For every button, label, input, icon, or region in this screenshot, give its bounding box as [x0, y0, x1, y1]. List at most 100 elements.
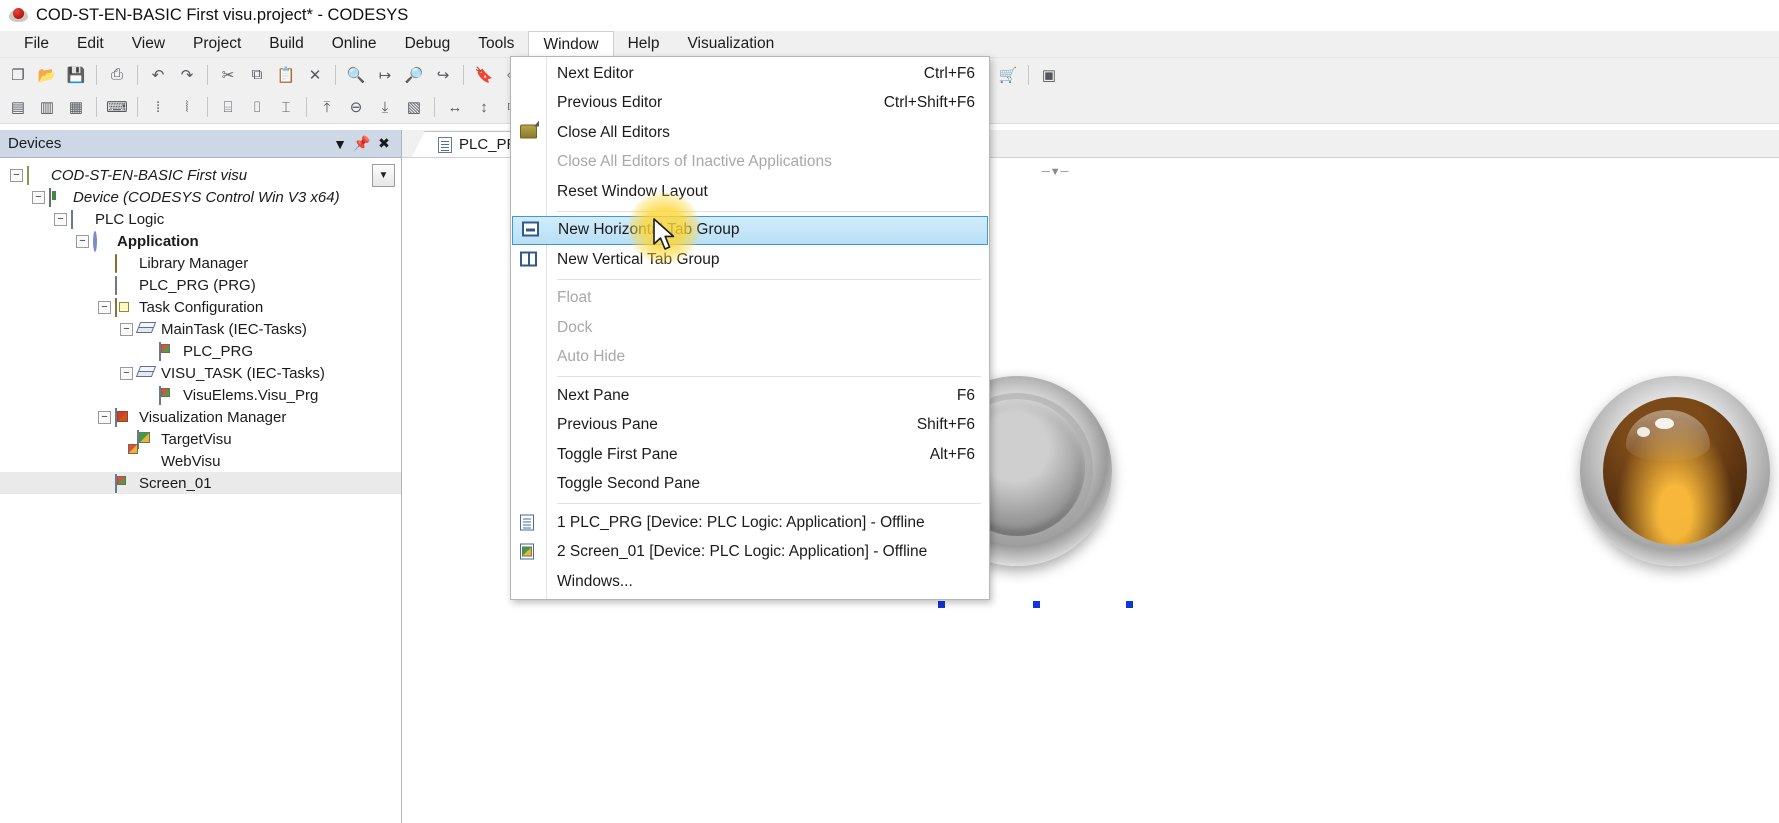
- print-icon[interactable]: ⎙: [103, 61, 131, 88]
- tree-node-library-manager[interactable]: Library Manager: [0, 252, 401, 274]
- menubar-item-window[interactable]: Window: [528, 31, 613, 58]
- menu-item-next-editor[interactable]: Next EditorCtrl+F6: [511, 59, 989, 89]
- watch-icon[interactable]: ▣: [1035, 61, 1063, 88]
- menu-item-next-pane[interactable]: Next PaneF6: [511, 381, 989, 411]
- menubar-item-project[interactable]: Project: [179, 31, 255, 57]
- find-in-files-icon[interactable]: 🔎: [400, 61, 428, 88]
- tree-expander-minus-icon[interactable]: −: [120, 323, 133, 336]
- menu-item-windows[interactable]: Windows...: [511, 567, 989, 597]
- ungroup-icon[interactable]: ⦚: [173, 94, 201, 121]
- delete-icon[interactable]: ✕: [301, 61, 329, 88]
- visualization-zoom-icon[interactable]: ▤: [4, 94, 32, 121]
- tree-node-plc-prg[interactable]: PLC_PRG: [0, 340, 401, 362]
- tree-node-webvisu[interactable]: WebVisu: [0, 450, 401, 472]
- visualization-document-icon: [520, 544, 539, 561]
- cut-icon[interactable]: ✂: [214, 61, 242, 88]
- replace-in-files-icon[interactable]: ↪: [429, 61, 457, 88]
- selection-handle[interactable]: [1125, 600, 1134, 609]
- menubar-item-debug[interactable]: Debug: [391, 31, 465, 57]
- visualization-icon: [115, 475, 133, 492]
- tree-node-application[interactable]: −Application: [0, 230, 401, 252]
- lamp-indicator-element[interactable]: [1580, 376, 1770, 566]
- replace-icon[interactable]: ↦: [371, 61, 399, 88]
- tree-node-visuelems-visu-prg[interactable]: VisuElems.Visu_Prg: [0, 384, 401, 406]
- menu-item-label: Next Editor: [557, 65, 924, 83]
- menubar-item-edit[interactable]: Edit: [63, 31, 118, 57]
- window-menu-dropdown[interactable]: Next EditorCtrl+F6Previous EditorCtrl+Sh…: [510, 56, 990, 600]
- menu-item-toggle-first-pane[interactable]: Toggle First PaneAlt+F6: [511, 440, 989, 470]
- flow-control-icon[interactable]: 🛒: [994, 61, 1022, 88]
- tree-node-visualization-manager[interactable]: −Visualization Manager: [0, 406, 401, 428]
- selection-handle[interactable]: [1032, 600, 1041, 609]
- menu-item-new-horizontal-tab-group[interactable]: New Horizontal Tab Group: [512, 216, 988, 246]
- menubar-item-view[interactable]: View: [118, 31, 179, 57]
- application-icon: [93, 233, 111, 250]
- tree-expander-minus-icon[interactable]: −: [32, 191, 45, 204]
- save-icon[interactable]: 💾: [62, 61, 90, 88]
- tree-dropdown-button[interactable]: ▼: [372, 164, 395, 187]
- group-icon[interactable]: ⦙: [144, 94, 172, 121]
- tree-node-maintask-iec-tasks[interactable]: − MainTask (IEC-Tasks): [0, 318, 401, 340]
- tree-expander-minus-icon[interactable]: −: [98, 411, 111, 424]
- undo-icon[interactable]: ↶: [144, 61, 172, 88]
- tree-node-plc-logic[interactable]: −PLC Logic: [0, 208, 401, 230]
- menu-item-reset-window-layout[interactable]: Reset Window Layout: [511, 177, 989, 207]
- menu-item-new-vertical-tab-group[interactable]: New Vertical Tab Group: [511, 245, 989, 275]
- menu-item-previous-editor[interactable]: Previous EditorCtrl+Shift+F6: [511, 89, 989, 119]
- menubar-item-online[interactable]: Online: [318, 31, 391, 57]
- copy-icon[interactable]: ⧉: [243, 61, 271, 88]
- menu-item-label: Previous Pane: [557, 416, 917, 434]
- distribute-icon[interactable]: ▧: [400, 94, 428, 121]
- tree-expander-minus-icon[interactable]: −: [98, 301, 111, 314]
- align-bottom-icon[interactable]: ⤓: [371, 94, 399, 121]
- bookmark-icon[interactable]: 🔖: [470, 61, 498, 88]
- menubar-item-tools[interactable]: Tools: [464, 31, 528, 57]
- tree-expander-minus-icon[interactable]: −: [76, 235, 89, 248]
- find-icon[interactable]: 🔍: [342, 61, 370, 88]
- keyboard-icon[interactable]: ⌨: [103, 94, 131, 121]
- menu-item-label: 1 PLC_PRG [Device: PLC Logic: Applicatio…: [557, 514, 975, 532]
- menu-item-close-all-editors[interactable]: Close All Editors: [511, 118, 989, 148]
- vertical-tab-group-icon: [520, 251, 539, 268]
- tree-node-label: VisuElems.Visu_Prg: [183, 388, 318, 403]
- menubar-item-build[interactable]: Build: [255, 31, 317, 57]
- menubar-item-visualization[interactable]: Visualization: [673, 31, 788, 57]
- tree-node-visu-task-iec-tasks[interactable]: −VISU_TASK (IEC-Tasks): [0, 362, 401, 384]
- close-icon[interactable]: ✖: [373, 133, 395, 155]
- tree-node-targetvisu[interactable]: TargetVisu: [0, 428, 401, 450]
- align-left-icon[interactable]: ⌸: [214, 94, 242, 121]
- tree-node-cod-st-en-basic-first-visu[interactable]: −COD-ST-EN-BASIC First visu: [0, 164, 401, 186]
- redo-icon[interactable]: ↷: [173, 61, 201, 88]
- same-width-icon[interactable]: ↔: [441, 94, 469, 121]
- align-center-h-icon[interactable]: ⌷: [243, 94, 271, 121]
- tree-node-plc-prg-prg[interactable]: PLC_PRG (PRG): [0, 274, 401, 296]
- menubar-item-help[interactable]: Help: [614, 31, 674, 57]
- menubar-item-file[interactable]: File: [10, 31, 63, 57]
- align-right-icon[interactable]: ⌶: [272, 94, 300, 121]
- device-tree[interactable]: ▼ −COD-ST-EN-BASIC First visu−Device (CO…: [0, 158, 401, 823]
- tree-node-label: TargetVisu: [161, 432, 232, 447]
- menu-item-toggle-second-pane[interactable]: Toggle Second Pane: [511, 470, 989, 500]
- menu-item-2-screen-01-device-plc-logic-application-offli[interactable]: 2 Screen_01 [Device: PLC Logic: Applicat…: [511, 538, 989, 568]
- menu-item-1-plc-prg-device-plc-logic-application-offline[interactable]: 1 PLC_PRG [Device: PLC Logic: Applicatio…: [511, 508, 989, 538]
- tree-node-task-configuration[interactable]: −Task Configuration: [0, 296, 401, 318]
- selection-handle[interactable]: [937, 600, 946, 609]
- align-middle-icon[interactable]: ⊖: [342, 94, 370, 121]
- new-file-icon[interactable]: ❐: [4, 61, 32, 88]
- tree-node-device-codesys-control-win-v3-x64[interactable]: −Device (CODESYS Control Win V3 x64): [0, 186, 401, 208]
- tree-expander-minus-icon[interactable]: −: [120, 367, 133, 380]
- menu-item-previous-pane[interactable]: Previous PaneShift+F6: [511, 411, 989, 441]
- tree-node-label: MainTask (IEC-Tasks): [161, 322, 307, 337]
- same-height-icon[interactable]: ↕: [470, 94, 498, 121]
- pin-icon[interactable]: 📌: [351, 133, 373, 155]
- visualization-grid-icon[interactable]: ▦: [62, 94, 90, 121]
- paste-icon[interactable]: 📋: [272, 61, 300, 88]
- align-top-icon[interactable]: ⤒: [313, 94, 341, 121]
- menubar[interactable]: FileEditViewProjectBuildOnlineDebugTools…: [0, 31, 1779, 58]
- tree-node-screen-01[interactable]: Screen_01: [0, 472, 401, 494]
- chevron-down-icon[interactable]: ▼: [329, 133, 351, 155]
- open-folder-icon[interactable]: 📂: [33, 61, 61, 88]
- visualization-pan-icon[interactable]: ▥: [33, 94, 61, 121]
- tree-expander-minus-icon[interactable]: −: [10, 169, 23, 182]
- tree-expander-minus-icon[interactable]: −: [54, 213, 67, 226]
